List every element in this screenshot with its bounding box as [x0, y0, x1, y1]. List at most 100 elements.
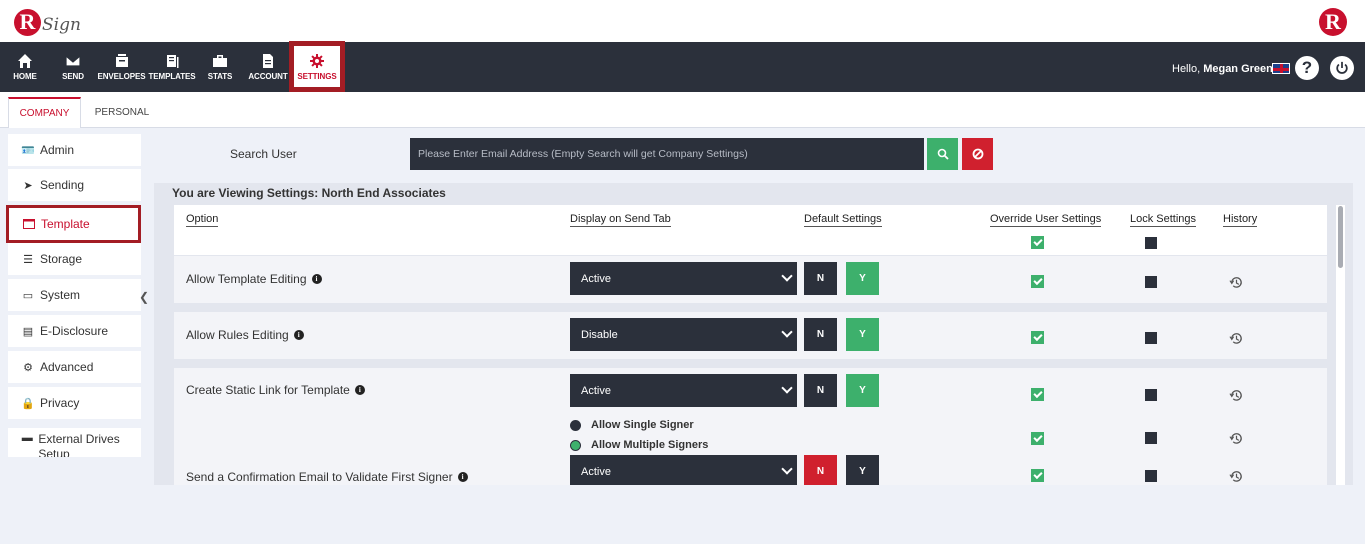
option-text: Allow Rules Editing	[186, 328, 289, 342]
sidebar-item-label: System	[40, 288, 81, 302]
default-yes-button[interactable]: Y	[846, 262, 879, 295]
option-text: Create Static Link for Template	[186, 383, 350, 397]
nav-templates[interactable]: TEMPLATES	[148, 42, 196, 92]
monitor-icon: ▭	[22, 289, 34, 302]
settings-panel: You are Viewing Settings: North End Asso…	[154, 183, 1353, 485]
document-icon: ▤	[22, 325, 34, 338]
sidebar-item-advanced[interactable]: ⚙ Advanced	[8, 351, 141, 383]
display-select[interactable]: Active	[570, 455, 797, 485]
lock-all-checkbox[interactable]	[1145, 237, 1157, 249]
lock-checkbox[interactable]	[1145, 276, 1157, 288]
lock-checkbox[interactable]	[1145, 332, 1157, 344]
templates-icon	[167, 55, 179, 68]
chevron-down-icon	[781, 326, 793, 338]
power-icon[interactable]	[1330, 56, 1354, 80]
chevron-down-icon	[781, 270, 793, 282]
sidebar-item-label: External Drives Setup	[38, 432, 120, 457]
col-lock: Lock Settings	[1130, 213, 1197, 227]
search-icon	[937, 148, 949, 160]
scrollbar-thumb[interactable]	[1338, 206, 1343, 268]
logo-letter: R	[14, 8, 41, 36]
default-yes-button[interactable]: Y	[846, 318, 879, 351]
override-checkbox[interactable]	[1031, 275, 1044, 288]
option-text: Send a Confirmation Email to Validate Fi…	[186, 470, 453, 484]
info-icon[interactable]: i	[354, 385, 365, 395]
info-icon[interactable]: i	[311, 274, 322, 284]
history-icon[interactable]	[1229, 388, 1244, 403]
panel-title: You are Viewing Settings: North End Asso…	[172, 186, 446, 200]
sidebar-item-admin[interactable]: 🪪 Admin	[8, 134, 141, 166]
nav-envelopes-label: ENVELOPES	[97, 72, 146, 81]
sidebar-item-label: Sending	[40, 178, 85, 192]
col-override: Override User Settings	[990, 213, 1102, 227]
nav-account[interactable]: ACCOUNT	[246, 42, 290, 92]
lock-checkbox[interactable]	[1145, 470, 1157, 482]
sidebar-item-label: Privacy	[40, 396, 80, 410]
sub-lock-checkbox[interactable]	[1145, 432, 1157, 444]
history-icon[interactable]	[1229, 469, 1244, 484]
gear-icon	[310, 53, 324, 68]
override-checkbox[interactable]	[1031, 331, 1044, 344]
lock-checkbox[interactable]	[1145, 389, 1157, 401]
envelopes-icon	[115, 54, 128, 67]
sidebar-item-privacy[interactable]: 🔒 Privacy	[8, 387, 141, 419]
override-all-checkbox[interactable]	[1031, 236, 1044, 249]
default-no-button[interactable]: N	[804, 374, 837, 407]
user-name[interactable]: Megan Greene	[1203, 63, 1279, 75]
history-icon[interactable]	[1229, 331, 1244, 346]
account-icon	[263, 54, 273, 68]
radio-multiple-signers[interactable]: Allow Multiple Signers	[570, 439, 708, 451]
override-checkbox[interactable]	[1031, 388, 1044, 401]
info-icon[interactable]: i	[457, 472, 468, 482]
nav-envelopes[interactable]: ENVELOPES	[97, 42, 146, 92]
default-no-button[interactable]: N	[804, 455, 837, 485]
help-icon[interactable]: ?	[1295, 56, 1319, 80]
col-option: Option	[186, 213, 219, 227]
nav-stats-label: STATS	[207, 72, 233, 81]
history-icon[interactable]	[1229, 431, 1244, 446]
sidebar-collapse-icon[interactable]: ❮	[139, 290, 149, 304]
history-icon[interactable]	[1229, 275, 1244, 290]
default-no-button[interactable]: N	[804, 318, 837, 351]
select-value: Active	[581, 465, 611, 478]
sidebar-item-e-disclosure[interactable]: ▤ E-Disclosure	[8, 315, 141, 347]
sidebar-item-sending[interactable]: ➤ Sending	[8, 169, 141, 201]
nav-settings-label: SETTINGS	[297, 71, 337, 81]
clear-search-button[interactable]	[962, 138, 993, 170]
window-icon	[22, 219, 36, 229]
main-navbar: HOME SEND ENVELOPES TEMPLATES STATS ACCO…	[0, 41, 1365, 92]
search-user-label: Search User	[230, 147, 297, 161]
search-user-input[interactable]	[410, 138, 924, 170]
col-history: History	[1223, 213, 1258, 227]
sidebar-item-storage[interactable]: ☰ Storage	[8, 243, 141, 275]
info-icon[interactable]: i	[293, 330, 304, 340]
table-row: Send a Confirmation Email to Validate Fi…	[174, 455, 1327, 485]
override-checkbox[interactable]	[1031, 469, 1044, 482]
radio-single-signer[interactable]: Allow Single Signer	[570, 419, 694, 431]
nav-stats[interactable]: STATS	[202, 42, 238, 92]
sidebar-item-system[interactable]: ▭ System	[8, 279, 141, 311]
sub-override-checkbox[interactable]	[1031, 432, 1044, 445]
home-icon	[18, 54, 32, 68]
col-default: Default Settings	[804, 213, 882, 227]
envelope-icon	[65, 55, 81, 67]
rsign-logo[interactable]: R Sign	[14, 6, 81, 38]
nav-home[interactable]: HOME	[6, 42, 44, 92]
sidebar-item-external-drives[interactable]: ▬ External Drives Setup	[8, 428, 141, 457]
default-no-button[interactable]: N	[804, 262, 837, 295]
display-select[interactable]: Active	[570, 374, 797, 407]
default-yes-button[interactable]: Y	[846, 374, 879, 407]
radio-unselected-icon	[570, 419, 581, 431]
search-button[interactable]	[927, 138, 958, 170]
tab-personal[interactable]: PERSONAL	[84, 97, 160, 128]
option-text: Allow Template Editing	[186, 272, 307, 286]
uk-flag-icon[interactable]	[1272, 63, 1290, 74]
sidebar-item-template[interactable]: Template	[6, 205, 141, 243]
default-yes-button[interactable]: Y	[846, 455, 879, 485]
settings-tabs: COMPANY PERSONAL	[0, 92, 1365, 128]
display-select[interactable]: Active	[570, 262, 797, 295]
nav-settings[interactable]: SETTINGS	[289, 41, 345, 92]
tab-company[interactable]: COMPANY	[8, 97, 81, 128]
display-select[interactable]: Disable	[570, 318, 797, 351]
nav-send[interactable]: SEND	[54, 42, 92, 92]
